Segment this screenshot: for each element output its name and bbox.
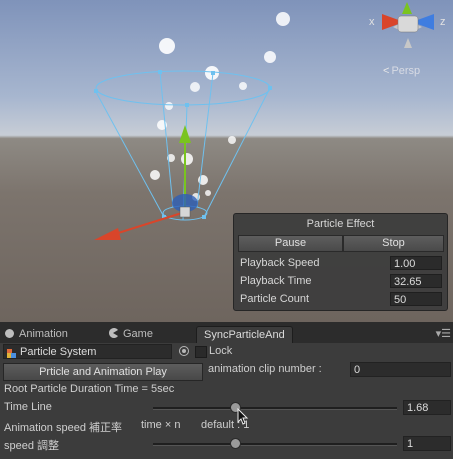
particle-system-object-field[interactable]: Particle System <box>3 344 172 359</box>
tab-game[interactable]: Game <box>108 326 153 343</box>
speed-label: speed 調整 <box>4 440 60 452</box>
duration-text: Root Particle Duration Time = 5sec <box>4 383 175 395</box>
mouse-cursor-icon <box>237 408 249 425</box>
lock-label: Lock <box>209 345 233 357</box>
playback-speed-label: Playback Speed <box>240 257 320 269</box>
speed-slider-track[interactable] <box>153 443 397 446</box>
clip-number-field[interactable]: 0 <box>350 362 451 377</box>
animation-speed-label: Animation speed 補正率 <box>4 422 122 434</box>
playback-time-label: Playback Time <box>240 275 312 287</box>
speed-slider-thumb[interactable] <box>229 438 241 449</box>
particle-system-icon <box>7 348 16 358</box>
tab-animation[interactable]: Animation <box>5 326 68 343</box>
playback-speed-row: Playback Speed 1.00 <box>240 256 442 272</box>
editor-tab-bar: Animation Game SyncParticleAnd ▾☰ <box>0 322 453 344</box>
particle-animation-play-button[interactable]: Prticle and Animation Play <box>3 363 203 381</box>
particle-effect-panel: Particle Effect Pause Stop Playback Spee… <box>233 213 448 311</box>
tab-syncparticleand[interactable]: SyncParticleAnd <box>196 326 293 344</box>
animation-icon <box>5 329 14 338</box>
speed-value-field[interactable]: 1 <box>403 436 451 451</box>
pacman-icon <box>108 327 118 338</box>
particle-system-field-text: Particle System <box>20 346 97 358</box>
persp-label: Persp <box>391 65 421 77</box>
particle-count-field[interactable]: 50 <box>390 292 442 306</box>
stop-button[interactable]: Stop <box>343 235 444 252</box>
gizmo-x-label: x <box>369 16 375 28</box>
lock-checkbox[interactable] <box>195 346 207 358</box>
tab-menu-icon[interactable]: ▾☰ <box>436 327 451 340</box>
playback-time-field[interactable]: 32.65 <box>390 274 442 288</box>
particle-count-row: Particle Count 50 <box>240 292 442 308</box>
sync-particle-window: Particle System Lock Prticle and Animati… <box>0 343 453 459</box>
object-picker-icon[interactable] <box>179 346 189 356</box>
clip-number-label: animation clip number : <box>208 363 322 375</box>
playback-time-row: Playback Time 32.65 <box>240 274 442 290</box>
playback-speed-field[interactable]: 1.00 <box>390 256 442 270</box>
scene-view[interactable]: x z < Persp Particle Effect Pause Stop Pl… <box>0 0 453 322</box>
animation-speed-formula: time × n <box>141 419 181 431</box>
tab-animation-label: Animation <box>19 328 68 340</box>
particle-effect-title: Particle Effect <box>306 218 375 230</box>
timeline-label: Time Line <box>4 401 52 413</box>
particle-count-label: Particle Count <box>240 293 310 305</box>
pause-button[interactable]: Pause <box>238 235 343 252</box>
orientation-gizmo[interactable] <box>382 2 434 48</box>
timeline-value-field[interactable]: 1.68 <box>403 400 451 415</box>
persp-toggle[interactable]: < Persp <box>383 65 420 77</box>
left-arrow-icon: < <box>383 65 390 77</box>
gizmo-z-label: z <box>440 16 446 28</box>
timeline-slider-track[interactable] <box>153 407 397 410</box>
transform-gizmo[interactable] <box>94 125 198 240</box>
tab-game-label: Game <box>123 328 153 340</box>
particles <box>150 12 290 201</box>
